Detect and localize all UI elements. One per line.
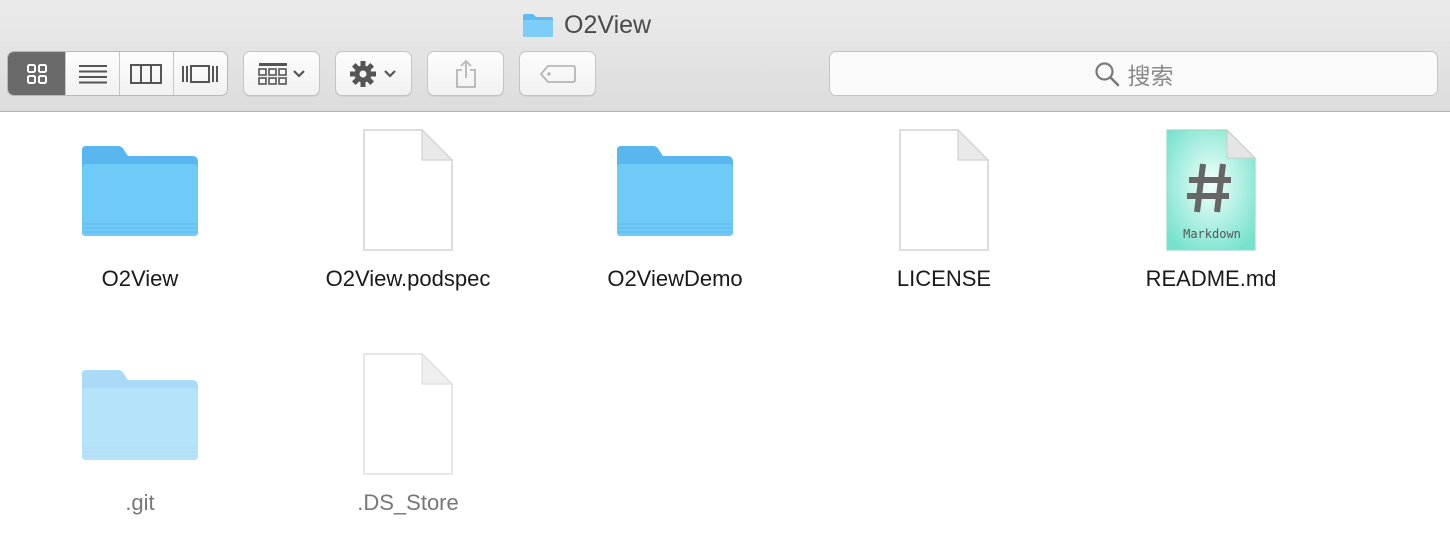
list-view-button[interactable] — [66, 52, 120, 95]
icon-box — [75, 350, 205, 478]
file-label: O2View — [101, 266, 179, 291]
file-item-o2view-podspec[interactable]: O2View.podspec — [278, 126, 538, 292]
file-item-ds-store[interactable]: .DS_Store — [278, 350, 538, 516]
finder-window: O2View 搜索 O2View O2View.podspec O2ViewDe… — [0, 0, 1450, 546]
icon-box — [343, 350, 473, 478]
action-button[interactable] — [335, 51, 412, 96]
search-placeholder: 搜索 — [1127, 63, 1174, 90]
column-view-icon — [130, 63, 163, 84]
tag-icon — [539, 64, 576, 83]
list-view-icon — [78, 64, 107, 83]
folder-icon — [82, 146, 198, 236]
icon-box — [879, 126, 1009, 254]
window-title-text: O2View — [564, 10, 652, 39]
view-mode-control — [7, 51, 228, 96]
markdown-badge: Markdown — [1183, 227, 1241, 241]
cover-flow-icon — [182, 64, 219, 83]
icon-box — [75, 126, 205, 254]
file-item-o2view[interactable]: O2View — [10, 126, 270, 292]
file-label: LICENSE — [896, 266, 992, 291]
document-icon — [363, 128, 454, 251]
icon-view-button[interactable] — [8, 52, 67, 95]
grid-arrange-icon — [257, 62, 305, 85]
file-item-readme[interactable]: README.md — [1081, 126, 1341, 292]
icon-box — [343, 126, 473, 254]
search-field[interactable]: 搜索 — [829, 51, 1438, 96]
file-label: .git — [125, 490, 155, 515]
window-title: O2View — [522, 8, 651, 42]
search-content: 搜索 — [1094, 57, 1174, 91]
folder-icon — [82, 370, 198, 460]
gear-icon — [349, 60, 396, 87]
file-label: O2ViewDemo — [607, 266, 743, 291]
search-icon — [1094, 61, 1119, 86]
column-view-button[interactable] — [120, 52, 174, 95]
arrange-button[interactable] — [243, 51, 320, 96]
share-icon — [455, 59, 476, 88]
folder-icon — [617, 146, 733, 236]
file-label: .DS_Store — [357, 490, 459, 515]
cover-flow-view-button[interactable] — [174, 52, 228, 95]
file-label: O2View.podspec — [325, 266, 491, 291]
icon-box — [610, 126, 740, 254]
file-item-o2viewdemo[interactable]: O2ViewDemo — [545, 126, 805, 292]
document-icon — [363, 352, 454, 475]
share-button[interactable] — [427, 51, 504, 96]
icon-view-icon — [26, 63, 47, 84]
file-item-git[interactable]: .git — [10, 350, 270, 516]
file-label: README.md — [1145, 266, 1277, 291]
tags-button[interactable] — [519, 51, 596, 96]
file-item-license[interactable]: LICENSE — [814, 126, 1074, 292]
title-toolbar: O2View 搜索 — [0, 0, 1450, 112]
document-icon — [899, 128, 990, 251]
folder-icon — [523, 14, 553, 37]
